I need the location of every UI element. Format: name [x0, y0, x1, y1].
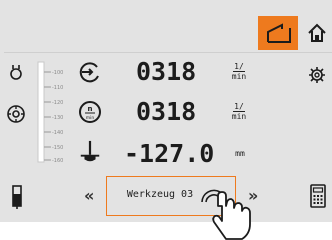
tool-holder-icon[interactable]	[6, 62, 26, 82]
unit-denominator: min	[231, 72, 247, 81]
scale-label: -130	[52, 115, 63, 121]
depth-unit: mm	[235, 149, 245, 158]
scale-label: -150	[52, 145, 63, 151]
scale-label: -140	[52, 130, 63, 136]
scale-label: -120	[52, 100, 63, 106]
speed-dial-icon	[79, 62, 99, 83]
depth-value: -127.0	[124, 139, 215, 168]
speed-unit: 1/ min	[226, 62, 252, 81]
unit-numerator: 1/	[233, 102, 245, 112]
settings-gear-icon[interactable]	[308, 66, 326, 84]
select-frame-button[interactable]	[258, 16, 298, 50]
coolant-icon[interactable]	[10, 184, 24, 210]
header-divider	[4, 52, 332, 53]
spindle-icon[interactable]	[6, 104, 26, 124]
tool-label: Werkzeug 03	[126, 189, 194, 200]
select-frame-icon	[267, 23, 291, 43]
rpm-value: 0318	[136, 97, 197, 126]
depth-scale: -100 -110 -120 -130 -140 -150 -160	[37, 61, 63, 164]
calculator-icon[interactable]	[310, 184, 326, 208]
svg-text:min: min	[86, 115, 95, 121]
scale-label: -110	[52, 85, 63, 91]
home-button[interactable]	[302, 16, 332, 50]
hand-tap-icon	[201, 189, 251, 240]
unit-denominator: min	[231, 112, 247, 121]
unit-numerator: 1/	[233, 62, 245, 72]
svg-text:n: n	[88, 105, 93, 113]
prev-tool-button[interactable]: «	[84, 186, 94, 205]
rpm-icon: n min	[79, 101, 101, 123]
scale-label: -100	[52, 70, 63, 76]
screen-bezel	[0, 222, 332, 240]
depth-icon	[80, 140, 100, 162]
scale-label: -160	[52, 158, 63, 164]
rpm-unit: 1/ min	[226, 102, 252, 121]
home-icon	[308, 23, 326, 42]
speed-value: 0318	[136, 57, 197, 86]
